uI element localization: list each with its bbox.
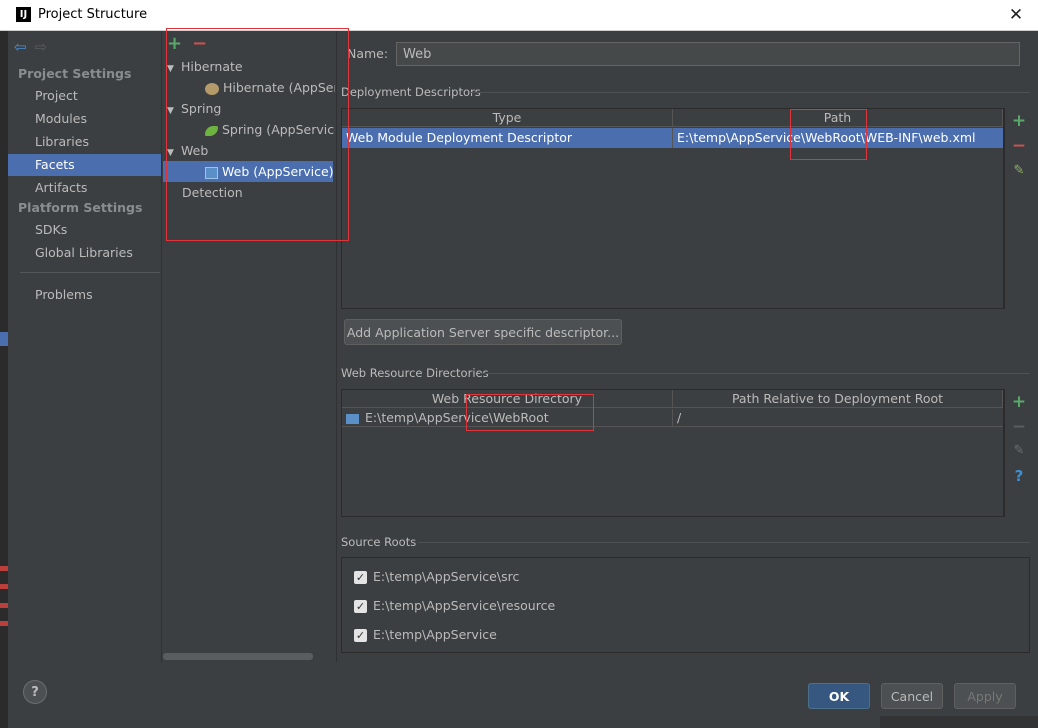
checkbox-checked-icon[interactable]: ✓ xyxy=(354,571,367,584)
column-header-type[interactable]: Type xyxy=(342,109,673,127)
back-arrow-icon[interactable]: ⇦ xyxy=(14,38,27,56)
nav-item-problems[interactable]: Problems xyxy=(8,284,161,306)
nav-item-project[interactable]: Project xyxy=(8,85,161,107)
nav-item-sdks[interactable]: SDKs xyxy=(8,219,161,241)
table-row[interactable]: E:\temp\AppService\WebRoot / xyxy=(342,409,1003,427)
window-title: Project Structure xyxy=(38,7,148,22)
tree-node-web[interactable]: ▼ Web xyxy=(163,140,335,161)
add-resource-dir-icon[interactable]: + xyxy=(1011,392,1027,412)
tree-node-detection[interactable]: Detection xyxy=(163,182,335,203)
nav-item-modules[interactable]: Modules xyxy=(8,108,161,130)
group-divider xyxy=(480,373,1030,374)
background-window-strip xyxy=(0,31,8,728)
nav-arrows: ⇦ ⇨ xyxy=(14,38,47,56)
source-root-item[interactable]: ✓ E:\temp\AppService\resource xyxy=(354,598,555,613)
close-icon[interactable]: ✕ xyxy=(1004,2,1028,28)
column-header-web-resource-directory[interactable]: Web Resource Directory xyxy=(342,390,673,408)
relative-path-cell: / xyxy=(677,410,682,425)
resource-dir-cell: E:\temp\AppService\WebRoot xyxy=(342,409,673,427)
hibernate-icon xyxy=(205,82,219,95)
tree-horizontal-scrollbar[interactable] xyxy=(163,653,313,660)
add-descriptor-icon[interactable]: + xyxy=(1011,111,1027,131)
name-input[interactable] xyxy=(396,42,1020,66)
group-divider xyxy=(418,542,1030,543)
remove-facet-icon[interactable]: − xyxy=(192,33,207,54)
descriptor-path-cell: E:\temp\AppService\WebRoot\WEB-INF\web.x… xyxy=(677,130,976,145)
tree-node-hibernate[interactable]: ▼ Hibernate xyxy=(163,56,335,77)
column-header-relative-path[interactable]: Path Relative to Deployment Root xyxy=(673,390,1003,408)
web-resource-directories-table: Web Resource Directory Path Relative to … xyxy=(341,389,1004,517)
remove-resource-dir-icon[interactable]: − xyxy=(1011,417,1027,437)
column-header-path[interactable]: Path xyxy=(673,109,1003,127)
add-facet-icon[interactable]: + xyxy=(167,33,182,54)
nav-divider xyxy=(20,272,160,273)
expand-triangle-icon[interactable]: ▼ xyxy=(167,59,181,77)
deployment-side-toolbar: + − ✎ xyxy=(1004,108,1030,309)
spring-leaf-icon xyxy=(205,125,218,136)
title-bar: IJ Project Structure ✕ xyxy=(0,0,1038,31)
descriptor-type-cell: Web Module Deployment Descriptor xyxy=(342,128,673,148)
add-server-descriptor-button[interactable]: Add Application Server specific descript… xyxy=(344,319,622,345)
web-facet-icon xyxy=(205,166,218,179)
help-question-icon[interactable]: ? xyxy=(1011,467,1027,485)
deployment-descriptors-table: Type Path Web Module Deployment Descript… xyxy=(341,108,1004,309)
name-label: Name: xyxy=(347,46,389,61)
source-root-item[interactable]: ✓ E:\temp\AppService xyxy=(354,627,497,642)
facet-tree: ▼Hibernate Hibernate (AppService) ▼Sprin… xyxy=(163,56,335,203)
remove-descriptor-icon[interactable]: − xyxy=(1011,136,1027,156)
help-button[interactable]: ? xyxy=(23,680,47,704)
nav-item-facets[interactable]: Facets xyxy=(8,154,161,176)
tree-node-spring-appservice[interactable]: Spring (AppService) xyxy=(163,119,335,140)
checkbox-checked-icon[interactable]: ✓ xyxy=(354,600,367,613)
platform-settings-header: Platform Settings xyxy=(18,200,143,215)
forward-arrow-icon[interactable]: ⇨ xyxy=(35,38,48,56)
tree-node-hibernate-appservice[interactable]: Hibernate (AppService) xyxy=(163,77,335,98)
source-roots-title: Source Roots xyxy=(341,535,417,549)
expand-triangle-icon[interactable]: ▼ xyxy=(167,101,181,119)
web-resource-directories-title: Web Resource Directories xyxy=(341,366,489,380)
nav-item-libraries[interactable]: Libraries xyxy=(8,131,161,153)
ok-button[interactable]: OK xyxy=(808,683,870,709)
intellij-app-icon: IJ xyxy=(16,7,31,22)
expand-triangle-icon[interactable]: ▼ xyxy=(167,143,181,161)
web-resource-side-toolbar: + − ✎ ? xyxy=(1004,389,1030,517)
project-settings-header: Project Settings xyxy=(18,66,132,81)
edit-pencil-icon[interactable]: ✎ xyxy=(1011,443,1027,458)
checkbox-checked-icon[interactable]: ✓ xyxy=(354,629,367,642)
table-row[interactable]: Web Module Deployment Descriptor E:\temp… xyxy=(342,128,1003,148)
deployment-descriptors-title: Deployment Descriptors xyxy=(341,85,481,99)
folder-icon xyxy=(346,413,359,424)
apply-button[interactable]: Apply xyxy=(954,683,1016,709)
source-root-item[interactable]: ✓ E:\temp\AppService\src xyxy=(354,569,519,584)
edit-pencil-icon[interactable]: ✎ xyxy=(1011,163,1027,178)
nav-item-artifacts[interactable]: Artifacts xyxy=(8,177,161,199)
cancel-button[interactable]: Cancel xyxy=(881,683,943,709)
group-divider xyxy=(470,92,1030,93)
background-window-edge xyxy=(880,716,1038,728)
source-roots-list: ✓ E:\temp\AppService\src ✓ E:\temp\AppServ… xyxy=(341,557,1030,653)
nav-item-global-libraries[interactable]: Global Libraries xyxy=(8,242,161,264)
tree-node-web-appservice[interactable]: Web (AppService) xyxy=(163,161,333,182)
tree-node-spring[interactable]: ▼ Spring xyxy=(163,98,335,119)
